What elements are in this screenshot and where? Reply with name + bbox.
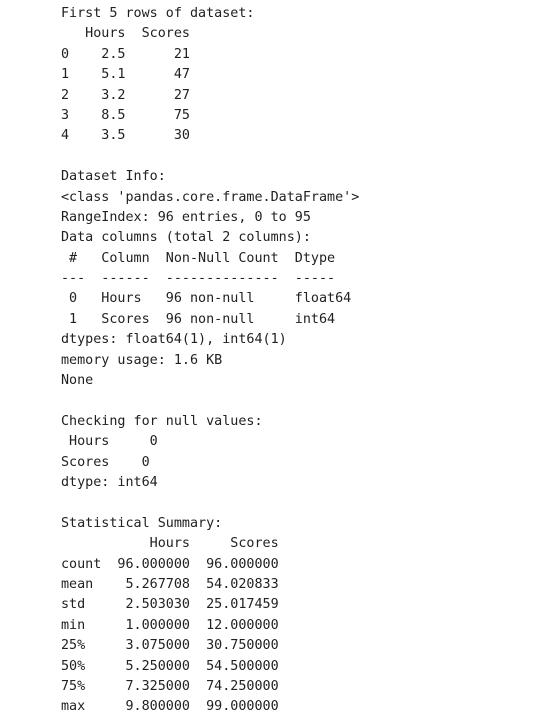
- output-line: 50% 5.250000 54.500000: [61, 658, 279, 674]
- stdout-text: First 5 rows of dataset: Hours Scores 0 2…: [61, 4, 541, 718]
- output-line: max 9.800000 99.000000: [61, 699, 279, 715]
- output-line: count 96.000000 96.000000: [61, 556, 279, 572]
- output-line: memory usage: 1.6 KB: [61, 352, 223, 368]
- output-line: # Column Non-Null Count Dtype: [61, 250, 352, 266]
- output-line: 0 2.5 21: [61, 46, 190, 62]
- output-line: Scores 0: [61, 454, 150, 470]
- output-line: Hours 0: [61, 434, 158, 450]
- cell-output-area: First 5 rows of dataset: Hours Scores 0 2…: [61, 4, 541, 720]
- output-line: min 1.000000 12.000000: [61, 617, 279, 633]
- output-line: Hours Scores: [61, 536, 279, 552]
- output-line: First 5 rows of dataset:: [61, 6, 255, 21]
- output-line: std 2.503030 25.017459: [61, 597, 279, 613]
- output-line: 2 3.2 27: [61, 87, 190, 103]
- output-line: None: [61, 373, 94, 389]
- output-line: --- ------ -------------- -----: [61, 271, 352, 287]
- output-line: Hours Scores: [61, 26, 190, 42]
- output-line: Checking for null values:: [61, 413, 263, 429]
- output-line: <class 'pandas.core.frame.DataFrame'>: [61, 189, 360, 205]
- output-line: RangeIndex: 96 entries, 0 to 95: [61, 209, 311, 225]
- output-line: Data columns (total 2 columns):: [61, 230, 311, 246]
- output-line: mean 5.267708 54.020833: [61, 576, 279, 592]
- output-line: 75% 7.325000 74.250000: [61, 678, 279, 694]
- output-line: 1 5.1 47: [61, 67, 190, 83]
- output-line: Statistical Summary:: [61, 515, 223, 531]
- output-line: 4 3.5 30: [61, 128, 190, 144]
- output-line: dtype: int64: [61, 474, 158, 490]
- output-line: 0 Hours 96 non-null float64: [61, 291, 352, 307]
- output-line: 1 Scores 96 non-null int64: [61, 311, 352, 327]
- output-line: 25% 3.075000 30.750000: [61, 638, 279, 654]
- output-line: dtypes: float64(1), int64(1): [61, 332, 287, 348]
- output-line: Dataset Info:: [61, 169, 166, 185]
- output-line: 3 8.5 75: [61, 107, 190, 123]
